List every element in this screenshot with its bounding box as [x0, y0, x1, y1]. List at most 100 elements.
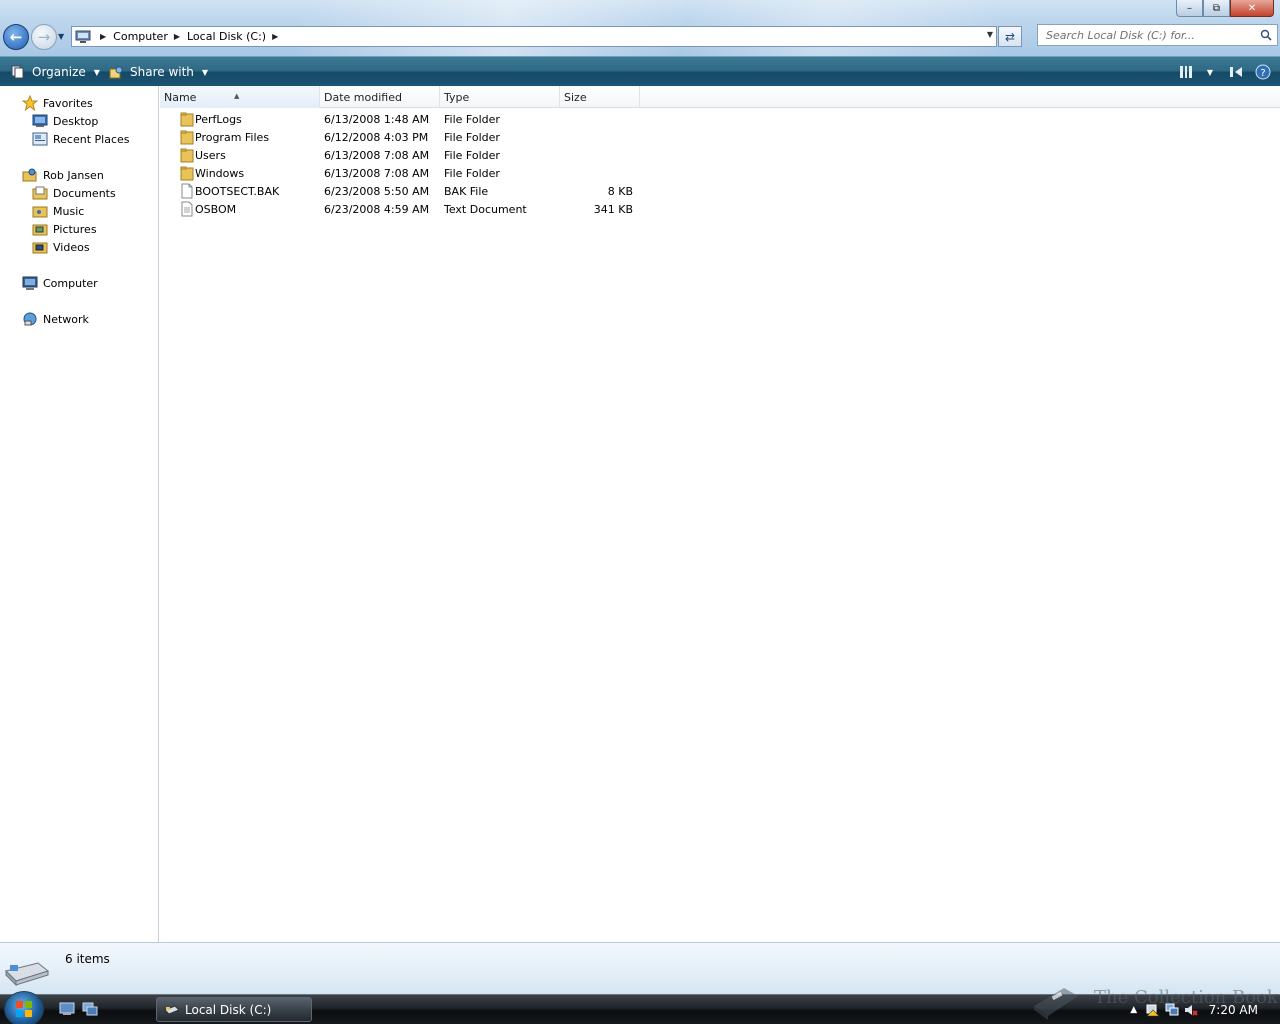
nav-label: Desktop — [53, 114, 99, 128]
show-hidden-icons-button[interactable]: ▲ — [1126, 1002, 1142, 1018]
restore-icon: ⧉ — [1212, 2, 1221, 14]
file-date: 6/23/2008 5:50 AM — [324, 184, 430, 198]
recent-pages-dropdown[interactable]: ▼ — [58, 32, 64, 41]
column-header-name[interactable]: Name ▲ — [160, 86, 320, 108]
chevron-up-icon: ▲ — [1130, 1005, 1138, 1015]
hard-drive-icon — [5, 962, 50, 987]
file-name: Program Files — [195, 130, 270, 144]
file-type: BAK File — [444, 184, 489, 198]
share-icon — [108, 64, 124, 80]
music-folder-icon — [32, 203, 48, 219]
nav-user-folder[interactable]: Rob Jansen — [22, 167, 104, 183]
nav-favorites[interactable]: Favorites — [22, 95, 93, 111]
nav-item-music[interactable]: Music — [32, 203, 84, 219]
file-date: 6/23/2008 4:59 AM — [324, 202, 430, 216]
arrow-right-icon: → — [37, 28, 51, 46]
volume-muted-icon[interactable] — [1183, 1002, 1199, 1018]
file-type: File Folder — [444, 112, 500, 126]
file-date: 6/13/2008 7:08 AM — [324, 148, 430, 162]
column-label: Type — [444, 91, 470, 104]
file-row[interactable]: Users 6/13/2008 7:08 AM File Folder — [160, 146, 640, 164]
maximize-button[interactable]: ⧉ — [1203, 0, 1230, 17]
nav-network[interactable]: Network — [22, 311, 89, 327]
nav-item-desktop[interactable]: Desktop — [32, 113, 98, 129]
file-name: Users — [195, 148, 226, 162]
network-warning-icon[interactable] — [1145, 1002, 1161, 1018]
file-row[interactable]: OSBOM 6/23/2008 4:59 AM Text Document 34… — [160, 200, 640, 218]
views-dropdown[interactable]: ▼ — [1202, 61, 1218, 83]
back-button[interactable]: ← — [3, 24, 29, 50]
breadcrumb-label: Computer — [113, 30, 168, 43]
folder-icon — [180, 130, 194, 145]
documents-folder-icon — [32, 185, 48, 201]
search-icon[interactable] — [1259, 28, 1273, 42]
column-label: Name — [164, 91, 197, 104]
minimize-button[interactable]: – — [1176, 0, 1203, 17]
share-with-button[interactable]: Share with ▼ — [104, 62, 212, 82]
forward-button[interactable]: → — [31, 24, 57, 50]
chevron-down-icon: ▼ — [1206, 67, 1214, 77]
breadcrumb-separator-icon[interactable]: ▶ — [100, 32, 106, 41]
preview-pane-icon — [1230, 67, 1242, 77]
user-folder-icon — [22, 167, 38, 183]
network-connection-icon[interactable] — [1164, 1002, 1180, 1018]
computer-location-icon — [72, 27, 94, 46]
file-type: Text Document — [444, 202, 527, 216]
close-button[interactable]: ✕ — [1230, 0, 1274, 17]
address-history-dropdown[interactable]: ▼ — [987, 30, 993, 39]
views-button[interactable] — [1176, 61, 1196, 83]
views-icon — [1180, 66, 1192, 78]
file-row[interactable]: PerfLogs 6/13/2008 1:48 AM File Folder — [160, 110, 640, 128]
chevron-down-icon: ▼ — [201, 67, 209, 77]
file-type: File Folder — [444, 148, 500, 162]
folder-icon — [180, 148, 194, 163]
address-bar[interactable]: ▶ Computer ▶ Local Disk (C:) ▶ ▼ — [71, 26, 997, 47]
folder-icon — [180, 166, 194, 181]
file-icon — [181, 183, 193, 199]
pictures-folder-icon — [32, 221, 48, 237]
breadcrumb-separator-icon[interactable]: ▶ — [174, 32, 180, 41]
preview-pane-button[interactable] — [1226, 61, 1246, 83]
start-button[interactable] — [4, 991, 44, 1024]
nav-computer[interactable]: Computer — [22, 275, 98, 291]
breadcrumb-separator-icon[interactable]: ▶ — [272, 32, 278, 41]
nav-label: Pictures — [53, 222, 97, 236]
file-row[interactable]: BOOTSECT.BAK 6/23/2008 5:50 AM BAK File … — [160, 182, 640, 200]
arrow-left-icon: ← — [9, 28, 23, 46]
breadcrumb-local-disk[interactable]: Local Disk (C:) ▶ — [187, 30, 285, 43]
file-row[interactable]: Windows 6/13/2008 7:08 AM File Folder — [160, 164, 640, 182]
folder-icon — [180, 112, 194, 127]
switch-windows-icon[interactable] — [82, 1002, 98, 1016]
column-label: Date modified — [324, 91, 402, 104]
column-header-size[interactable]: Size — [560, 86, 640, 108]
nav-item-documents[interactable]: Documents — [32, 185, 116, 201]
search-box[interactable] — [1037, 24, 1278, 46]
breadcrumb-computer[interactable]: Computer ▶ — [113, 30, 187, 43]
show-desktop-icon[interactable] — [59, 1002, 75, 1016]
nav-label: Music — [53, 204, 85, 218]
search-input[interactable] — [1046, 28, 1251, 42]
column-header-row: Name ▲ Date modified Type Size — [160, 86, 1280, 108]
clock[interactable]: 7:20 AM — [1209, 1003, 1258, 1017]
chevron-down-icon: ▼ — [93, 67, 100, 77]
taskbar-button-local-disk[interactable]: Local Disk (C:) — [156, 997, 312, 1022]
file-row[interactable]: Program Files 6/12/2008 4:03 PM File Fol… — [160, 128, 640, 146]
taskbar-button-label: Local Disk (C:) — [185, 1002, 272, 1017]
help-button[interactable]: ? — [1253, 61, 1273, 83]
column-header-type[interactable]: Type — [440, 86, 560, 108]
share-with-label: Share with — [130, 65, 194, 79]
nav-label: Computer — [43, 276, 98, 290]
computer-icon — [22, 275, 38, 291]
nav-item-videos[interactable]: Videos — [32, 239, 90, 255]
file-date: 6/13/2008 1:48 AM — [324, 112, 430, 126]
desktop-icon — [32, 113, 48, 129]
file-name: Windows — [195, 166, 245, 180]
nav-label: Rob Jansen — [43, 168, 104, 182]
nav-item-recent-places[interactable]: Recent Places — [32, 131, 130, 147]
organize-button[interactable]: Organize ▼ — [6, 62, 104, 82]
refresh-button[interactable]: ⇄ — [998, 26, 1022, 47]
column-header-date-modified[interactable]: Date modified — [320, 86, 440, 108]
nav-item-pictures[interactable]: Pictures — [32, 221, 97, 237]
item-count: 6 items — [65, 952, 110, 966]
file-date: 6/13/2008 7:08 AM — [324, 166, 430, 180]
